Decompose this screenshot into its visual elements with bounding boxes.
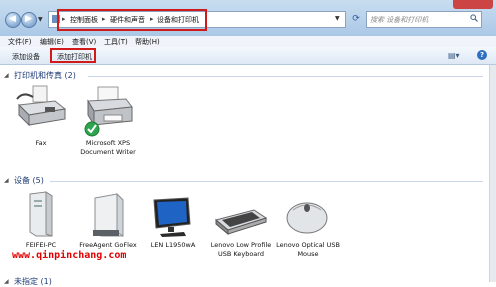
menu-help[interactable]: 帮助(H) — [135, 37, 160, 47]
device-len-monitor[interactable]: LEN L1950wA — [138, 190, 208, 250]
recent-pages-dropdown[interactable]: ▼ — [38, 16, 43, 23]
view-options-icon[interactable]: ▤▾ — [448, 51, 460, 60]
window-controls[interactable] — [453, 0, 493, 9]
back-button[interactable]: ◀ — [5, 12, 21, 28]
printer-icon — [84, 86, 133, 137]
device-label: Fax — [35, 139, 47, 147]
forward-button[interactable]: ▶ — [21, 12, 37, 28]
device-label: FreeAgent GoFlex — [79, 241, 137, 249]
device-lenovo-keyboard[interactable]: Lenovo Low Profile USB Keyboard — [206, 190, 276, 270]
collapse-devices-icon[interactable]: ◢ — [4, 177, 9, 184]
group-title-devices[interactable]: 设备 (5) — [14, 175, 44, 186]
device-feifei-pc[interactable]: FEIFEI-PC — [6, 190, 76, 250]
forward-arrow-icon: ▶ — [25, 14, 32, 24]
computer-tower-icon — [29, 191, 53, 237]
refresh-icon[interactable]: ⟳ — [349, 12, 363, 27]
external-drive-icon — [93, 192, 124, 237]
search-icon[interactable] — [470, 14, 478, 22]
group-divider — [50, 181, 483, 182]
search-placeholder: 搜索 设备和打印机 — [370, 16, 429, 24]
help-button[interactable]: ? — [477, 50, 487, 60]
mouse-icon — [286, 202, 328, 234]
add-printer-button[interactable]: 添加打印机 — [57, 52, 92, 62]
add-device-button[interactable]: 添加设备 — [12, 52, 40, 62]
device-fax[interactable]: Fax — [6, 83, 76, 153]
group-divider — [88, 76, 483, 77]
address-highlight-box — [57, 9, 207, 31]
device-lenovo-mouse[interactable]: Lenovo Optical USB Mouse — [273, 190, 343, 260]
device-label: Lenovo Optical USB Mouse — [276, 241, 340, 258]
back-arrow-icon: ◀ — [9, 14, 16, 24]
device-xps-writer[interactable]: Microsoft XPS Document Writer — [73, 83, 143, 173]
device-label: FEIFEI-PC — [25, 241, 57, 249]
device-label: Microsoft XPS Document Writer — [80, 139, 136, 156]
menu-edit[interactable]: 编辑(E) — [40, 37, 64, 47]
menu-view[interactable]: 查看(V) — [72, 37, 96, 47]
collapse-printers-icon[interactable]: ◢ — [4, 72, 9, 79]
device-label: Lenovo Low Profile USB Keyboard — [210, 241, 272, 258]
keyboard-icon — [214, 209, 268, 236]
address-dropdown-icon[interactable]: ▼ — [335, 15, 340, 22]
device-label: LEN L1950wA — [150, 241, 196, 249]
watermark: www.qinpinchang.com — [12, 250, 127, 261]
monitor-icon — [153, 197, 191, 237]
menu-file[interactable]: 文件(F) — [8, 37, 32, 47]
group-title-printers[interactable]: 打印机和传真 (2) — [14, 70, 76, 81]
vertical-scrollbar[interactable] — [489, 65, 496, 282]
fax-icon — [16, 85, 67, 127]
menu-tools[interactable]: 工具(T) — [104, 37, 128, 47]
